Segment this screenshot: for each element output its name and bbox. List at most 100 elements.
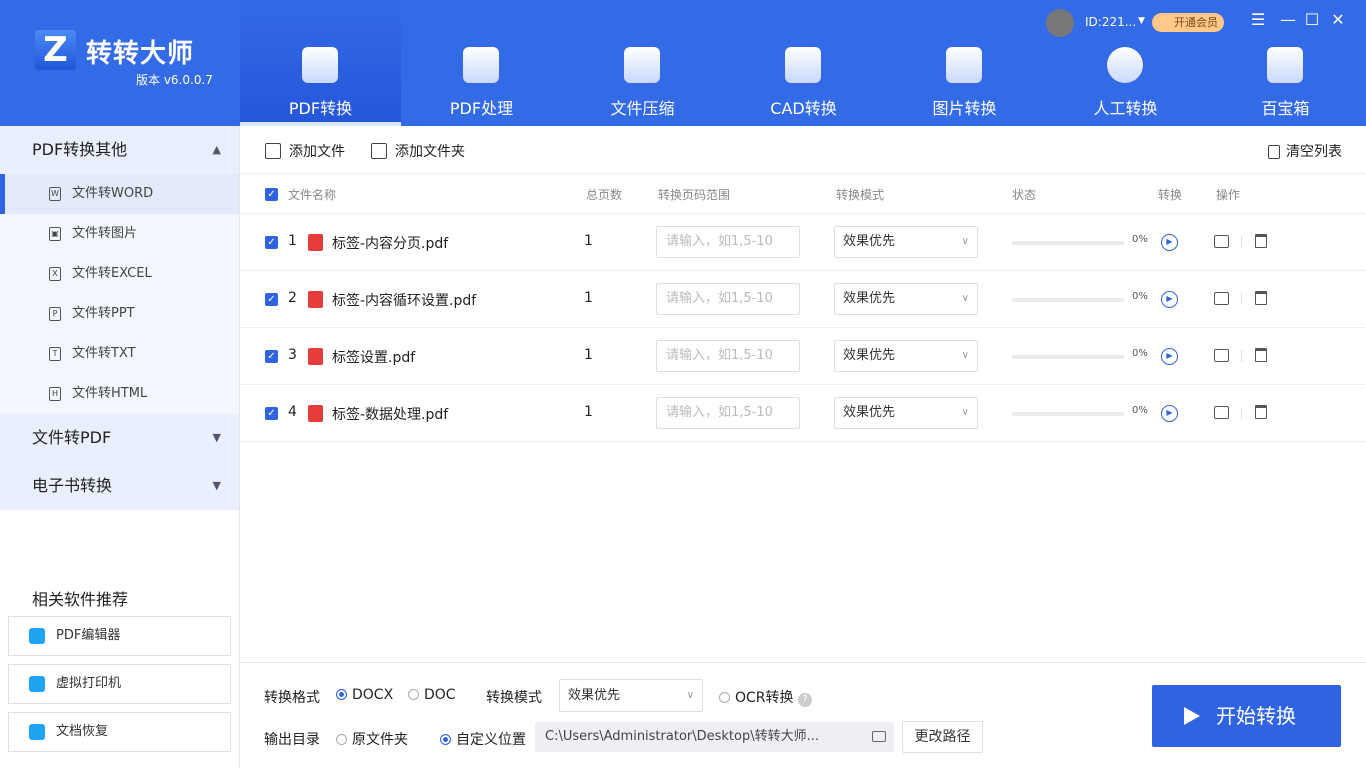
pdf-editor-icon bbox=[29, 628, 45, 644]
clear-list-button[interactable]: 清空列表 bbox=[1268, 141, 1342, 161]
button-label: 清空列表 bbox=[1286, 144, 1342, 160]
tab-pdf-convert[interactable]: PDF转换 bbox=[240, 0, 401, 126]
select-all-checkbox[interactable]: ✓ bbox=[265, 188, 278, 201]
progress-percent: 0% bbox=[1132, 234, 1148, 245]
mode-select[interactable]: 效果优先 ∨ bbox=[834, 397, 978, 429]
sidebar-item-ppt[interactable]: P 文件转PPT bbox=[0, 294, 239, 334]
pdf-file-icon bbox=[308, 348, 323, 365]
sidebar-group-pdf-other[interactable]: PDF转换其他 ▲ bbox=[0, 126, 239, 174]
help-icon[interactable]: ? bbox=[797, 693, 812, 707]
add-file-button[interactable]: 添加文件 bbox=[265, 141, 345, 161]
table-row: ✓ 4 标签-数据处理.pdf 1 请输入，如1,5-10 效果优先 ∨ 0% ▶ bbox=[240, 385, 1366, 442]
delete-icon[interactable] bbox=[1255, 291, 1267, 305]
output-label: 输出目录 bbox=[264, 732, 320, 748]
mode-select[interactable]: 效果优先 ∨ bbox=[559, 679, 703, 712]
delete-icon[interactable] bbox=[1255, 348, 1267, 362]
play-icon[interactable]: ▶ bbox=[1161, 348, 1178, 365]
row-checkbox[interactable]: ✓ bbox=[265, 350, 278, 363]
tab-compress[interactable]: 文件压缩 bbox=[562, 0, 723, 126]
page-range-input[interactable]: 请输入，如1,5-10 bbox=[656, 340, 800, 372]
delete-icon[interactable] bbox=[1255, 405, 1267, 419]
open-folder-icon[interactable] bbox=[1214, 292, 1229, 305]
chevron-down-icon: ▼ bbox=[212, 479, 221, 492]
pdf-process-icon bbox=[463, 47, 499, 83]
sidebar-item-image[interactable]: ▣ 文件转图片 bbox=[0, 214, 239, 254]
radio-doc[interactable]: DOC bbox=[408, 687, 456, 703]
progress-percent: 0% bbox=[1132, 405, 1148, 416]
chevron-down-icon: ∨ bbox=[961, 407, 969, 418]
output-path-field[interactable]: C:\Users\Administrator\Desktop\转转大师... bbox=[535, 722, 894, 752]
close-icon[interactable]: ✕ bbox=[1326, 10, 1350, 29]
table-row: ✓ 3 标签设置.pdf 1 请输入，如1,5-10 效果优先 ∨ 0% ▶ bbox=[240, 328, 1366, 385]
recommend-virtual-printer[interactable]: 虚拟打印机 bbox=[8, 664, 231, 704]
row-checkbox[interactable]: ✓ bbox=[265, 236, 278, 249]
user-id[interactable]: ID:221... bbox=[1085, 15, 1136, 29]
play-icon[interactable]: ▶ bbox=[1161, 405, 1178, 422]
radio-icon bbox=[408, 689, 419, 700]
menu-icon[interactable]: ☰ bbox=[1246, 10, 1270, 29]
recommend-doc-recovery[interactable]: 文档恢复 bbox=[8, 712, 231, 752]
recommend-pdf-editor[interactable]: PDF编辑器 bbox=[8, 616, 231, 656]
trash-icon bbox=[1268, 145, 1280, 159]
maximize-icon[interactable]: ☐ bbox=[1300, 10, 1324, 29]
recovery-icon bbox=[29, 724, 45, 740]
tab-cad[interactable]: CAD转换 bbox=[723, 0, 884, 126]
mode-select[interactable]: 效果优先 ∨ bbox=[834, 283, 978, 315]
page-range-input[interactable]: 请输入，如1,5-10 bbox=[656, 397, 800, 429]
select-value: 效果优先 bbox=[843, 234, 896, 249]
add-folder-button[interactable]: 添加文件夹 bbox=[371, 141, 465, 161]
play-icon[interactable]: ▶ bbox=[1161, 234, 1178, 251]
group-label: PDF转换其他 bbox=[32, 140, 128, 159]
col-pages: 总页数 bbox=[586, 188, 623, 202]
page-count: 1 bbox=[584, 290, 593, 306]
sidebar-item-html[interactable]: H 文件转HTML bbox=[0, 374, 239, 414]
tab-label: 图片转换 bbox=[932, 99, 997, 118]
mode-select[interactable]: 效果优先 ∨ bbox=[834, 340, 978, 372]
pdf-file-icon bbox=[308, 405, 323, 422]
minimize-icon[interactable]: — bbox=[1276, 10, 1300, 29]
start-convert-button[interactable]: 开始转换 bbox=[1152, 685, 1341, 747]
row-number: 3 bbox=[288, 347, 297, 363]
recommend-label: 文档恢复 bbox=[56, 724, 109, 739]
sidebar-item-word[interactable]: W 文件转WORD bbox=[0, 174, 239, 214]
ocr-radio[interactable]: OCR转换 ? bbox=[719, 687, 812, 707]
radio-original-folder[interactable]: 原文件夹 bbox=[336, 729, 408, 749]
chat-icon bbox=[1107, 47, 1143, 83]
col-ops: 操作 bbox=[1216, 188, 1241, 202]
sidebar-group-to-pdf[interactable]: 文件转PDF ▼ bbox=[0, 414, 239, 462]
page-range-input[interactable]: 请输入，如1,5-10 bbox=[656, 283, 800, 315]
row-checkbox[interactable]: ✓ bbox=[265, 407, 278, 420]
play-icon[interactable]: ▶ bbox=[1161, 291, 1178, 308]
pdf-file-icon bbox=[308, 234, 323, 251]
page-range-input[interactable]: 请输入，如1,5-10 bbox=[656, 226, 800, 258]
radio-docx[interactable]: DOCX bbox=[336, 687, 393, 703]
tab-pdf-process[interactable]: PDF处理 bbox=[401, 0, 562, 126]
folder-icon[interactable] bbox=[872, 731, 886, 742]
word-file-icon: W bbox=[49, 187, 61, 201]
recommend-label: PDF编辑器 bbox=[56, 628, 121, 643]
ppt-file-icon: P bbox=[49, 307, 61, 321]
progress-percent: 0% bbox=[1132, 348, 1148, 359]
change-path-button[interactable]: 更改路径 bbox=[902, 721, 983, 753]
radio-custom-location[interactable]: 自定义位置 bbox=[440, 729, 526, 749]
page-count: 1 bbox=[584, 233, 593, 249]
vip-button[interactable]: 开通会员 bbox=[1152, 13, 1224, 32]
sidebar-item-excel[interactable]: X 文件转EXCEL bbox=[0, 254, 239, 294]
open-folder-icon[interactable] bbox=[1214, 406, 1229, 419]
tab-image[interactable]: 图片转换 bbox=[884, 0, 1045, 126]
recommend-title: 相关软件推荐 bbox=[32, 590, 129, 609]
chevron-down-icon[interactable]: ▼ bbox=[1138, 16, 1145, 26]
open-folder-icon[interactable] bbox=[1214, 349, 1229, 362]
chevron-down-icon: ▼ bbox=[212, 431, 221, 444]
sidebar-item-txt[interactable]: T 文件转TXT bbox=[0, 334, 239, 374]
avatar[interactable] bbox=[1046, 9, 1074, 37]
radio-label: DOCX bbox=[352, 687, 394, 703]
delete-icon[interactable] bbox=[1255, 234, 1267, 248]
mode-select[interactable]: 效果优先 ∨ bbox=[834, 226, 978, 258]
sidebar-group-ebook[interactable]: 电子书转换 ▼ bbox=[0, 462, 239, 510]
col-name: 文件名称 bbox=[288, 188, 337, 202]
open-folder-icon[interactable] bbox=[1214, 235, 1229, 248]
row-checkbox[interactable]: ✓ bbox=[265, 293, 278, 306]
toolbox-icon bbox=[1267, 47, 1303, 83]
row-number: 1 bbox=[288, 233, 297, 249]
